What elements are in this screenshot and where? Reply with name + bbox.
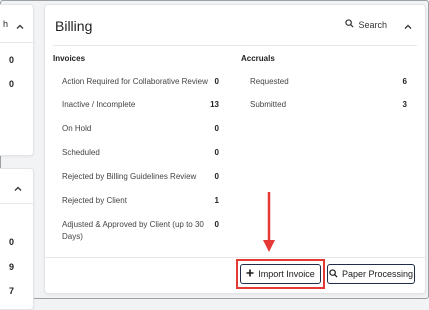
invoice-row-value[interactable]: 13 xyxy=(205,100,219,109)
invoice-row-label[interactable]: Rejected by Billing Guidelines Review xyxy=(62,172,196,181)
left-card-divider xyxy=(0,203,33,204)
accruals-heading: Accruals xyxy=(241,54,275,63)
accrual-row-label[interactable]: Requested xyxy=(250,77,289,86)
invoice-row-label[interactable]: Inactive / Incomplete xyxy=(62,100,135,109)
invoice-row-value[interactable]: 0 xyxy=(205,124,219,133)
chevron-up-icon[interactable] xyxy=(403,19,413,37)
invoice-row-value[interactable]: 0 xyxy=(205,148,219,157)
left-panel-card-bottom: 0 9 7 xyxy=(0,168,34,310)
left-card-value: 7 xyxy=(9,286,15,296)
paper-processing-button[interactable]: Paper Processing xyxy=(327,264,415,284)
invoice-row-label-continued[interactable]: Days) xyxy=(62,232,83,241)
plus-icon xyxy=(246,269,254,279)
card-title: Billing xyxy=(55,18,93,34)
left-card-value: 0 xyxy=(9,55,15,65)
left-panel-card-top: h 0 0 xyxy=(0,4,34,156)
invoice-row-label[interactable]: Scheduled xyxy=(62,148,100,157)
invoice-row-label[interactable]: Action Required for Collaborative Review xyxy=(62,77,208,86)
left-card-value: 0 xyxy=(9,237,15,247)
billing-card: Billing Search Invoices Action Required … xyxy=(44,4,426,294)
paper-processing-label: Paper Processing xyxy=(341,269,414,279)
chevron-up-icon[interactable] xyxy=(13,181,23,199)
invoice-row-label[interactable]: On Hold xyxy=(62,124,91,133)
left-card-header-fragment: h xyxy=(3,19,9,29)
search-icon xyxy=(345,19,355,30)
invoice-row-value[interactable]: 0 xyxy=(205,172,219,181)
invoice-row-label[interactable]: Adjusted & Approved by Client (up to 30 xyxy=(62,220,204,229)
left-card-divider xyxy=(0,42,33,43)
left-card-value: 0 xyxy=(9,79,15,89)
import-invoice-button[interactable]: Import Invoice xyxy=(240,264,321,284)
search-icon xyxy=(329,268,338,280)
accrual-row-label[interactable]: Submitted xyxy=(250,100,286,109)
accrual-row-value[interactable]: 6 xyxy=(393,77,407,86)
invoices-heading: Invoices xyxy=(53,54,86,63)
left-card-value: 9 xyxy=(9,262,15,272)
invoice-row-label[interactable]: Rejected by Client xyxy=(62,196,127,205)
chevron-up-icon[interactable] xyxy=(15,19,25,37)
annotation-arrow xyxy=(263,192,275,252)
accrual-row-value[interactable]: 3 xyxy=(393,100,407,109)
header-divider xyxy=(53,45,417,46)
search-button[interactable]: Search xyxy=(345,19,387,30)
footer-divider xyxy=(45,257,425,258)
invoice-row-value[interactable]: 1 xyxy=(205,196,219,205)
invoice-row-value[interactable]: 0 xyxy=(205,77,219,86)
invoice-row-value[interactable]: 0 xyxy=(205,220,219,229)
import-invoice-label: Import Invoice xyxy=(258,269,315,279)
search-label: Search xyxy=(358,19,387,30)
